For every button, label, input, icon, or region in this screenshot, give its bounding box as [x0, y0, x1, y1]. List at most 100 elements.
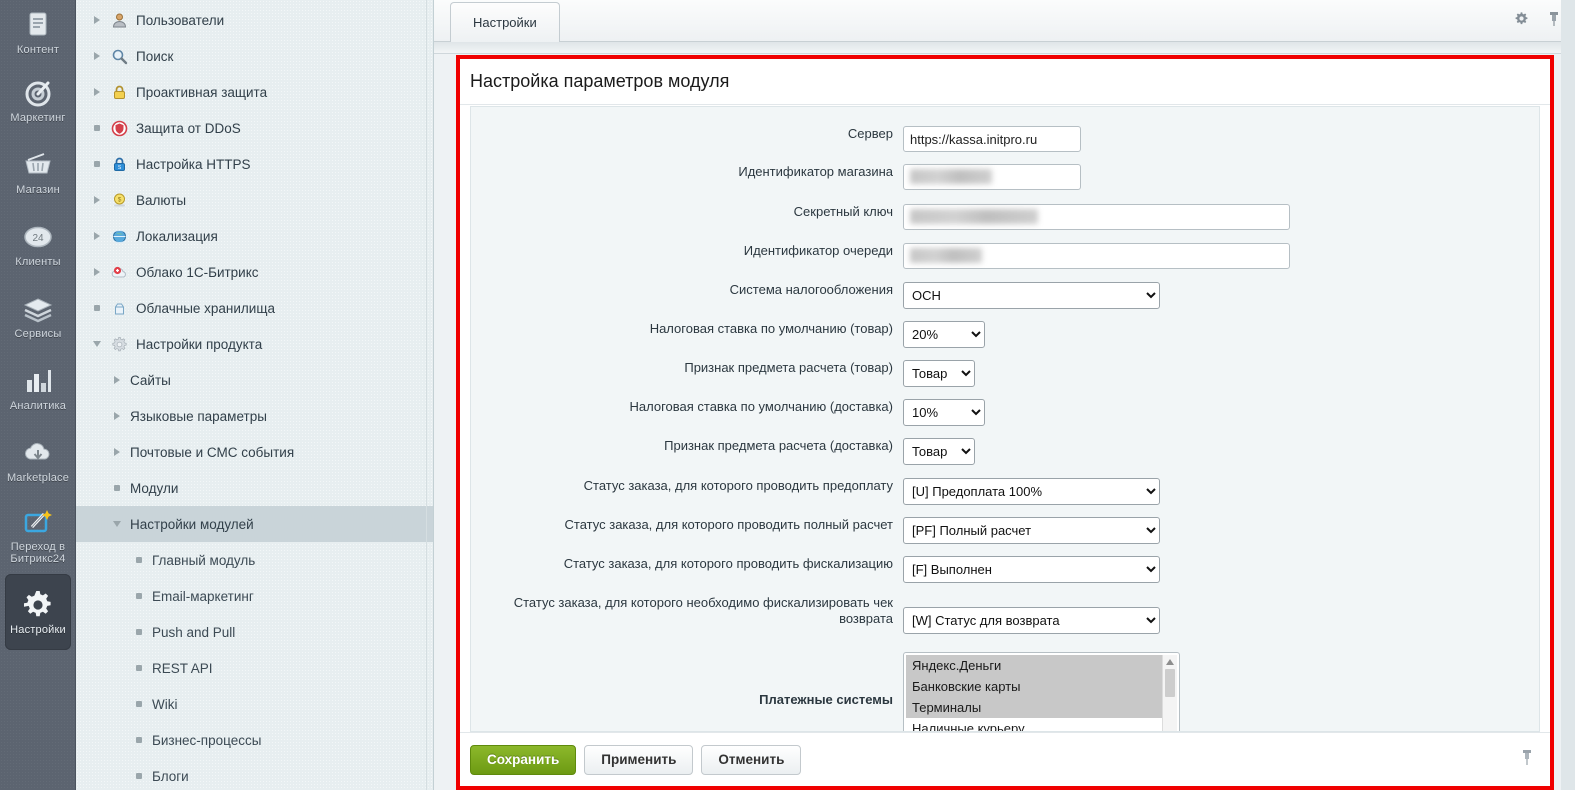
chevron-right-icon[interactable] — [108, 412, 126, 420]
status-fiscal-select[interactable]: [F] Выполнен — [903, 556, 1160, 583]
nav-item-shop[interactable]: Магазин — [0, 136, 76, 208]
gear-icon[interactable] — [1514, 11, 1529, 31]
svg-text:$: $ — [117, 196, 121, 203]
chevron-right-icon[interactable] — [88, 16, 106, 24]
subject-delivery-select[interactable]: Товар — [903, 438, 975, 465]
tree-item-business-processes[interactable]: Бизнес-процессы — [76, 722, 433, 758]
tree-item-proactive-defense[interactable]: Проактивная защита — [76, 74, 433, 110]
field-row-status-refund: Статус заказа, для которого необходимо ф… — [471, 595, 1539, 634]
tree-item-users[interactable]: Пользователи — [76, 2, 433, 38]
chevron-right-icon[interactable] — [108, 376, 126, 384]
queue-id-input[interactable] — [903, 243, 1290, 269]
chevron-right-icon[interactable] — [88, 52, 106, 60]
field-row-subject-delivery: Признак предмета расчета (доставка) Това… — [471, 438, 1539, 465]
tree-item-push-and-pull[interactable]: Push and Pull — [76, 614, 433, 650]
nav-item-marketing[interactable]: Маркетинг — [0, 64, 76, 136]
chevron-down-icon[interactable] — [88, 341, 106, 347]
tree-item-mail-sms-events[interactable]: Почтовые и СМС события — [76, 434, 433, 470]
tree-item-email-marketing[interactable]: Email-маркетинг — [76, 578, 433, 614]
nav-item-clients[interactable]: 24 Клиенты — [0, 208, 76, 280]
field-label: Статус заказа, для которого проводить по… — [564, 517, 893, 532]
nav-item-settings[interactable]: Настройки — [5, 574, 71, 650]
field-label: Сервер — [847, 126, 893, 141]
tree-scrollbar[interactable] — [426, 0, 427, 790]
tree-item-product-settings[interactable]: Настройки продукта — [76, 326, 433, 362]
tree-item-rest-api[interactable]: REST API — [76, 650, 433, 686]
list-item[interactable]: Банковские карты — [906, 676, 1177, 697]
tree-item-main-module[interactable]: Главный модуль — [76, 542, 433, 578]
settings-tree-sidebar[interactable]: Пользователи Поиск Проактивная защита За… — [76, 0, 434, 790]
tree-item-label: Wiki — [152, 696, 178, 712]
shield-icon — [106, 120, 132, 137]
tree-item-wiki[interactable]: Wiki — [76, 686, 433, 722]
shop-id-input[interactable] — [903, 164, 1081, 190]
cloud-bitrix-icon — [106, 264, 132, 281]
chevron-right-icon[interactable] — [108, 448, 126, 456]
nav-label: Настройки — [10, 624, 66, 636]
listbox-scrollbar[interactable] — [1162, 655, 1177, 731]
tree-item-label: Настройки продукта — [136, 336, 263, 352]
cloud-download-icon — [21, 436, 55, 470]
tree-item-sites[interactable]: Сайты — [76, 362, 433, 398]
form-footer: Сохранить Применить Отменить — [460, 732, 1550, 786]
list-item[interactable]: Наличные курьеру — [906, 718, 1177, 731]
status-full-select[interactable]: [PF] Полный расчет — [903, 517, 1160, 544]
tree-item-label: Сайты — [130, 372, 171, 388]
field-row-status-prepay: Статус заказа, для которого проводить пр… — [471, 478, 1539, 505]
https-lock-icon: S — [106, 156, 132, 173]
tree-item-blogs[interactable]: Блоги — [76, 758, 433, 790]
tree-item-label: Поиск — [136, 48, 174, 64]
field-label: Платежные системы — [759, 692, 893, 707]
save-button[interactable]: Сохранить — [470, 744, 577, 775]
tree-item-language-params[interactable]: Языковые параметры — [76, 398, 433, 434]
list-item[interactable]: Терминалы — [906, 697, 1177, 718]
vat-delivery-select[interactable]: 10% — [903, 399, 985, 426]
nav-item-marketplace[interactable]: Marketplace — [0, 424, 76, 496]
nav-label: Marketplace — [6, 472, 70, 484]
bullet-icon — [88, 125, 106, 131]
tree-item-label: Настройка HTTPS — [136, 156, 251, 172]
tree-item-ddos[interactable]: Защита от DDoS — [76, 110, 433, 146]
nav-item-analytics[interactable]: Аналитика — [0, 352, 76, 424]
chevron-right-icon[interactable] — [88, 88, 106, 96]
field-row-payment-systems: Платежные системы Яндекс.Деньги Банковск… — [471, 652, 1539, 731]
tree-item-localization[interactable]: Локализация — [76, 218, 433, 254]
status-prepay-select[interactable]: [U] Предоплата 100% — [903, 478, 1160, 505]
tree-item-cloud-storage[interactable]: Облачные хранилища — [76, 290, 433, 326]
tree-item-search[interactable]: Поиск — [76, 38, 433, 74]
tax-system-select[interactable]: ОСН — [903, 282, 1160, 309]
vat-goods-select[interactable]: 20% — [903, 321, 985, 348]
apply-button[interactable]: Применить — [584, 744, 694, 775]
subject-goods-select[interactable]: Товар — [903, 360, 975, 387]
cancel-button[interactable]: Отменить — [701, 744, 802, 775]
globe-icon — [106, 228, 132, 245]
svg-text:24: 24 — [32, 233, 44, 244]
tree-item-currencies[interactable]: $ Валюты — [76, 182, 433, 218]
chevron-right-icon[interactable] — [88, 268, 106, 276]
chevron-right-icon[interactable] — [88, 196, 106, 204]
chevron-right-icon[interactable] — [88, 232, 106, 240]
pin-icon[interactable] — [1520, 749, 1534, 771]
nav-item-content[interactable]: Контент — [0, 0, 76, 64]
tree-item-cloud-1c-bitrix[interactable]: Облако 1С-Битрикс — [76, 254, 433, 290]
tree-item-https[interactable]: S Настройка HTTPS — [76, 146, 433, 182]
gear-icon — [21, 588, 55, 622]
top-bar: Настройки — [434, 0, 1575, 42]
pin-icon[interactable] — [1547, 11, 1561, 32]
server-input[interactable] — [903, 126, 1081, 152]
scroll-up-icon[interactable] — [1163, 655, 1177, 669]
tab-settings[interactable]: Настройки — [450, 2, 560, 42]
list-item[interactable]: Яндекс.Деньги — [906, 655, 1177, 676]
tree-item-label: Блоги — [152, 768, 189, 784]
status-refund-select[interactable]: [W] Статус для возврата — [903, 607, 1160, 634]
scrollbar-thumb[interactable] — [1165, 669, 1175, 697]
basket-icon — [21, 148, 55, 182]
secret-key-input[interactable] — [903, 204, 1290, 230]
chevron-down-icon[interactable] — [108, 521, 126, 527]
payment-systems-listbox[interactable]: Яндекс.Деньги Банковские карты Терминалы… — [903, 652, 1180, 731]
tree-item-label: Валюты — [136, 192, 187, 208]
tree-item-modules[interactable]: Модули — [76, 470, 433, 506]
tree-item-module-settings[interactable]: Настройки модулей — [76, 506, 433, 542]
nav-item-services[interactable]: Сервисы — [0, 280, 76, 352]
nav-item-bitrix24[interactable]: Переход в Битрикс24 — [0, 496, 76, 574]
